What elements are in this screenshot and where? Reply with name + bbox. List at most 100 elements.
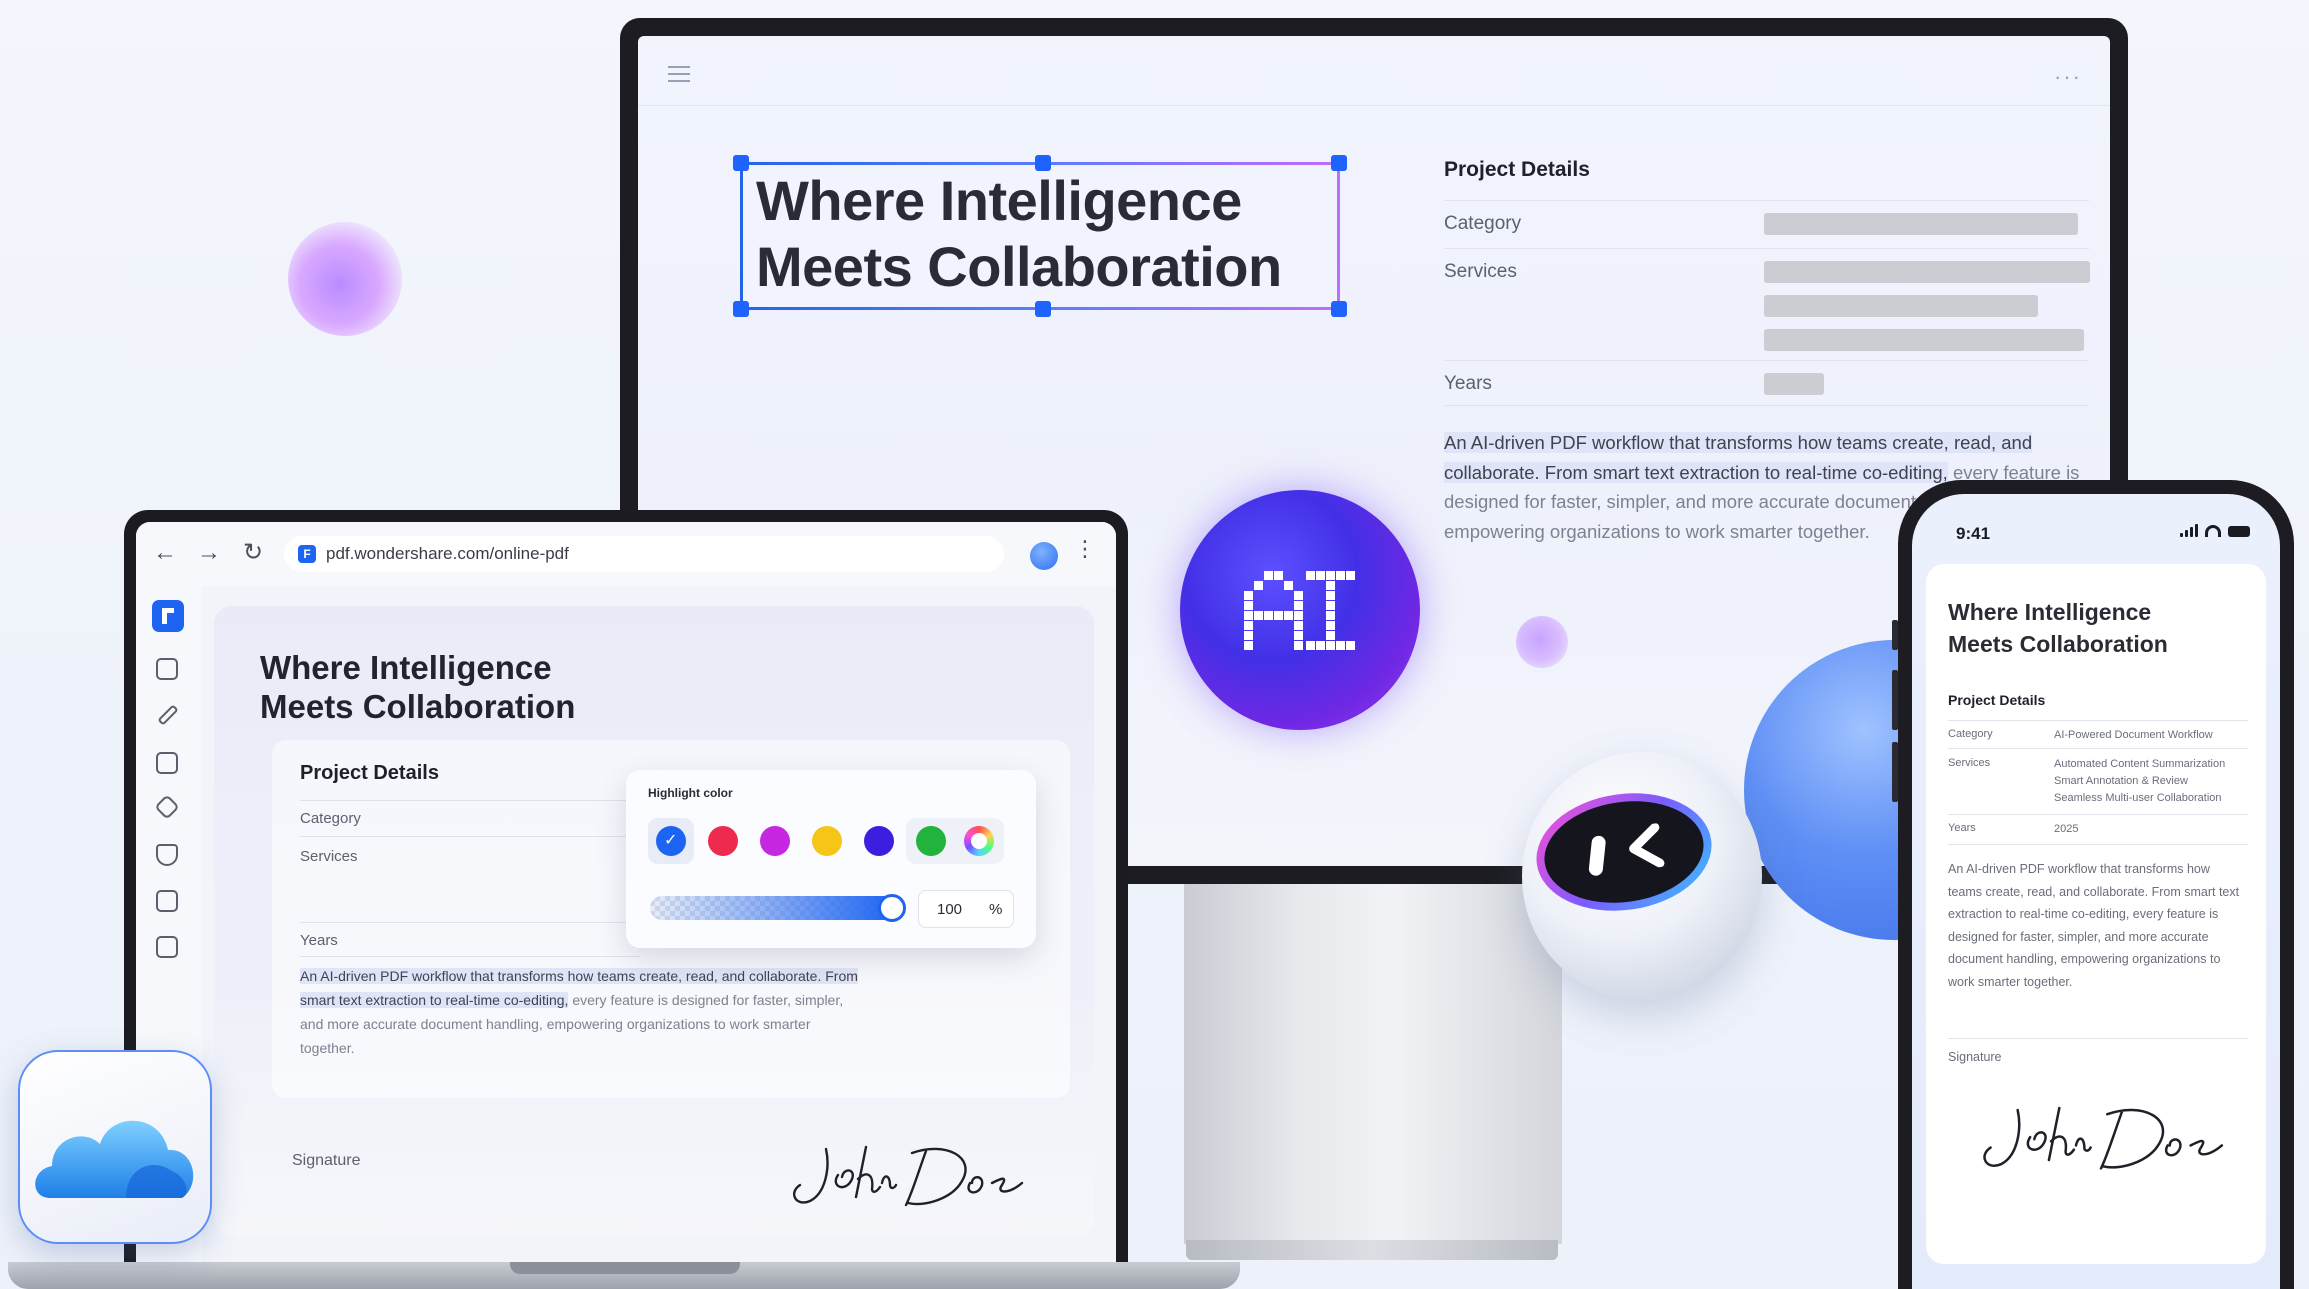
- signal-bar: [2195, 524, 2198, 537]
- ai-pixel: [1294, 621, 1303, 630]
- ai-pixel: [1294, 641, 1303, 650]
- divider: [1948, 748, 2248, 749]
- category-label: Category: [1948, 728, 1993, 740]
- section-heading: Project Details: [1948, 692, 2046, 708]
- section-heading: Project Details: [1444, 158, 1590, 181]
- edit-icon[interactable]: [157, 704, 179, 726]
- favicon-icon: F: [298, 545, 316, 563]
- ai-pixel: [1294, 631, 1303, 640]
- ai-pixel: [1284, 581, 1293, 590]
- resize-handle[interactable]: [733, 301, 749, 317]
- check-icon: ✓: [664, 832, 678, 849]
- shield-icon[interactable]: [156, 844, 178, 866]
- ai-badge[interactable]: AI: [1180, 490, 1420, 730]
- opacity-slider[interactable]: [650, 896, 896, 920]
- decorative-orb: [288, 222, 402, 336]
- services-row: Services: [1444, 248, 2090, 360]
- signature-image: [793, 1145, 1024, 1207]
- placeholder-bar: [1764, 295, 2038, 317]
- kebab-menu-icon[interactable]: ⋮: [1074, 536, 1096, 562]
- robot-visor: [1528, 782, 1720, 922]
- divider: [300, 800, 640, 801]
- monitor-toolbar: ···: [638, 36, 2110, 106]
- wifi-icon: [2205, 525, 2221, 537]
- years-label: Years: [300, 932, 338, 949]
- laptop-notch: [510, 1262, 740, 1274]
- pdfelement-logo-icon[interactable]: [152, 600, 184, 632]
- url-text[interactable]: pdf.wondershare.com/online-pdf: [326, 544, 569, 564]
- category-value: AI-Powered Document Workflow: [2054, 729, 2213, 741]
- robot-eye: [1588, 835, 1607, 877]
- phone-doc-title: Where Intelligence Meets Collaboration: [1948, 596, 2168, 660]
- swatch-yellow[interactable]: [812, 826, 842, 856]
- resize-handle[interactable]: [733, 155, 749, 171]
- ai-pixel-icon: [1244, 571, 1355, 650]
- camera-icon[interactable]: [156, 890, 178, 912]
- ai-pixel: [1244, 621, 1253, 630]
- opacity-value[interactable]: 100: [937, 901, 962, 918]
- monitor-project-details: Project Details Category Services Years: [1444, 158, 2090, 406]
- ai-pixel: [1244, 631, 1253, 640]
- resize-handle[interactable]: [1331, 301, 1347, 317]
- services-label: Services: [1948, 757, 1991, 769]
- signature-label: Signature: [292, 1152, 361, 1169]
- translate-icon[interactable]: [156, 658, 178, 680]
- years-label: Years: [1444, 373, 1492, 394]
- hamburger-icon[interactable]: [668, 66, 690, 82]
- phone-side-button: [1892, 620, 1898, 650]
- swatch-red[interactable]: [708, 826, 738, 856]
- divider: [1948, 1038, 2248, 1039]
- cloud-app-icon[interactable]: [18, 1050, 212, 1244]
- browser-toolbar: ← → ↻ F pdf.wondershare.com/online-pdf ⋮: [136, 522, 1116, 586]
- ai-pixel: [1316, 641, 1325, 650]
- opacity-input[interactable]: 100 %: [918, 890, 1014, 928]
- back-arrow-icon[interactable]: ←: [152, 540, 178, 566]
- cloud-icon: [35, 1120, 194, 1198]
- monitor-stand-foot: [1186, 1240, 1558, 1260]
- custom-color-picker-icon[interactable]: [964, 826, 994, 856]
- highlight-color-panel: Highlight color ✓ 100 %: [626, 770, 1036, 948]
- reload-icon[interactable]: ↻: [240, 540, 266, 566]
- placeholder-bar: [1764, 373, 1824, 395]
- placeholder-bar: [1764, 261, 2090, 283]
- category-label: Category: [1444, 213, 1522, 234]
- battery-icon: [2228, 526, 2250, 537]
- address-bar[interactable]: F pdf.wondershare.com/online-pdf: [284, 536, 1004, 572]
- resize-handle[interactable]: [1035, 301, 1051, 317]
- ai-pixel: [1326, 571, 1335, 580]
- ai-pixel: [1244, 601, 1253, 610]
- placeholder-bar: [1764, 213, 2078, 235]
- layers-icon[interactable]: [154, 794, 180, 820]
- swatch-magenta[interactable]: [760, 826, 790, 856]
- smartphone: 9:41 Where Intelligence Meets Collaborat…: [1892, 480, 2294, 1289]
- opacity-slider-handle[interactable]: [878, 894, 906, 922]
- ai-pixel: [1346, 641, 1355, 650]
- years-value: 2025: [2054, 823, 2079, 835]
- decorative-orb: [1516, 616, 1568, 668]
- ellipsis-icon[interactable]: ···: [2054, 64, 2082, 90]
- ai-pixel: [1264, 611, 1273, 620]
- ai-pixel: [1346, 571, 1355, 580]
- services-label: Services: [300, 848, 358, 865]
- monitor-doc-title: Where Intelligence Meets Collaboration: [756, 168, 1336, 300]
- ai-pixel: [1254, 611, 1263, 620]
- ai-pixel: [1336, 571, 1345, 580]
- copy-icon[interactable]: [156, 752, 178, 774]
- file-icon[interactable]: [156, 936, 178, 958]
- section-heading: Project Details: [300, 762, 439, 784]
- robot-eye: [1629, 822, 1665, 868]
- ai-pixel: [1294, 591, 1303, 600]
- highlighted-text[interactable]: An AI-driven PDF workflow that transform…: [1444, 432, 2033, 483]
- phone-document: Where Intelligence Meets Collaboration P…: [1926, 564, 2266, 1264]
- ai-pixel: [1244, 611, 1253, 620]
- profile-avatar[interactable]: [1030, 542, 1058, 570]
- swatch-blue[interactable]: ✓: [656, 826, 686, 856]
- forward-arrow-icon[interactable]: →: [196, 540, 222, 566]
- ai-pixel: [1306, 641, 1315, 650]
- swatch-indigo[interactable]: [864, 826, 894, 856]
- title-line: Where Intelligence: [1948, 599, 2152, 625]
- title-line: Meets Collaboration: [756, 235, 1282, 298]
- signal-bar: [2180, 533, 2183, 537]
- swatch-green[interactable]: [916, 826, 946, 856]
- services-value: Seamless Multi-user Collaboration: [2054, 792, 2222, 804]
